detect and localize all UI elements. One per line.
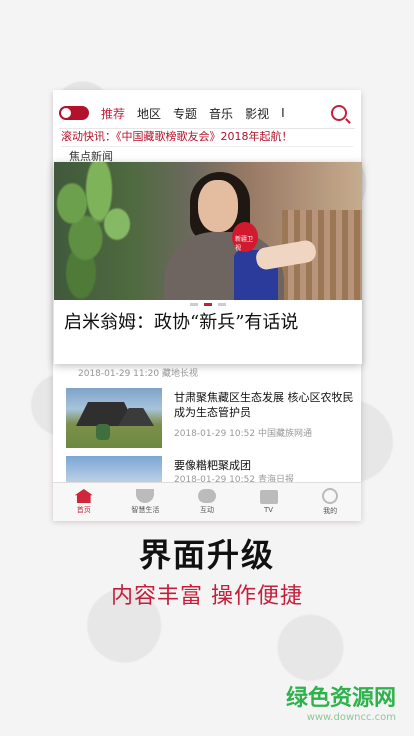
news-ticker[interactable]: 滚动快讯：《中国藏歌榜歌友会》2018年起航！ bbox=[61, 128, 353, 147]
home-icon bbox=[74, 489, 93, 503]
carousel-dots bbox=[190, 303, 226, 306]
news-source: 中国藏族网通 bbox=[257, 429, 312, 439]
news-title: 要像糌粑聚成团 bbox=[174, 459, 251, 472]
nav-label: 我的 bbox=[323, 507, 338, 515]
user-icon bbox=[322, 488, 339, 504]
news-date: 2018-01-29 10:52 bbox=[174, 429, 256, 439]
carousel-dot[interactable] bbox=[218, 303, 226, 306]
nav-mine[interactable]: 我的 bbox=[305, 488, 355, 516]
mic-label: 新疆卫视 bbox=[235, 236, 254, 252]
face-shape bbox=[198, 180, 238, 232]
news-title: 甘肃聚焦藏区生态发展 核心区农牧民成为生态管护员 bbox=[174, 391, 354, 419]
partial-timestamp: 2018-01-29 11:20 藏地长视 bbox=[78, 369, 198, 379]
tab-more[interactable]: I bbox=[281, 106, 285, 120]
promo-headline: 界面升级 bbox=[138, 536, 275, 574]
microphone-icon: 新疆卫视 bbox=[232, 222, 258, 252]
watermark-main: 绿色资源网 bbox=[285, 686, 396, 711]
category-tabs: 推荐 地区 专题 音乐 影视 I bbox=[59, 98, 355, 129]
news-thumbnail bbox=[66, 388, 162, 448]
carousel-dot[interactable] bbox=[190, 303, 198, 306]
bottom-navigation: 首页 智慧生活 互动 TV 我的 bbox=[53, 482, 361, 521]
site-watermark: 绿色资源网 www.downcc.com bbox=[286, 680, 396, 723]
app-logo-icon bbox=[59, 106, 89, 120]
bowl-icon bbox=[136, 489, 155, 503]
tab-music[interactable]: 音乐 bbox=[209, 105, 233, 122]
list-item[interactable]: 甘肃聚焦藏区生态发展 核心区农牧民成为生态管护员 2018-01-29 10:5… bbox=[66, 388, 356, 450]
nav-label: 首页 bbox=[76, 506, 91, 514]
tab-video[interactable]: 影视 bbox=[245, 105, 269, 122]
tab-topic[interactable]: 专题 bbox=[173, 105, 197, 122]
interviewee-figure bbox=[164, 172, 284, 300]
nav-label: 互动 bbox=[199, 506, 214, 514]
nav-smart-life[interactable]: 智慧生活 bbox=[120, 489, 170, 515]
featured-photo: 新疆卫视 bbox=[54, 162, 362, 300]
chat-icon bbox=[197, 489, 216, 503]
nav-tv[interactable]: TV bbox=[244, 490, 294, 514]
tv-icon bbox=[259, 490, 278, 504]
nav-label: 智慧生活 bbox=[131, 506, 160, 514]
nav-home[interactable]: 首页 bbox=[59, 489, 109, 515]
news-meta: 2018-01-29 10:52 中国藏族网通 bbox=[174, 426, 312, 439]
carousel-dot-active[interactable] bbox=[204, 303, 212, 306]
promo-subline: 内容丰富 操作便捷 bbox=[111, 584, 303, 609]
featured-title: 启米翁姆：政协“新兵”有话说 bbox=[64, 312, 299, 333]
nav-label: TV bbox=[264, 506, 274, 514]
search-icon[interactable] bbox=[331, 105, 347, 121]
person-shape bbox=[96, 424, 110, 440]
featured-news-card[interactable]: 新疆卫视 启米翁姆：政协“新兵”有话说 bbox=[54, 162, 362, 364]
nav-interact[interactable]: 互动 bbox=[182, 489, 232, 515]
watermark-sub: www.downcc.com bbox=[306, 712, 396, 723]
tab-region[interactable]: 地区 bbox=[137, 105, 161, 122]
plant-decor bbox=[54, 162, 144, 300]
tab-recommend[interactable]: 推荐 bbox=[101, 105, 125, 122]
